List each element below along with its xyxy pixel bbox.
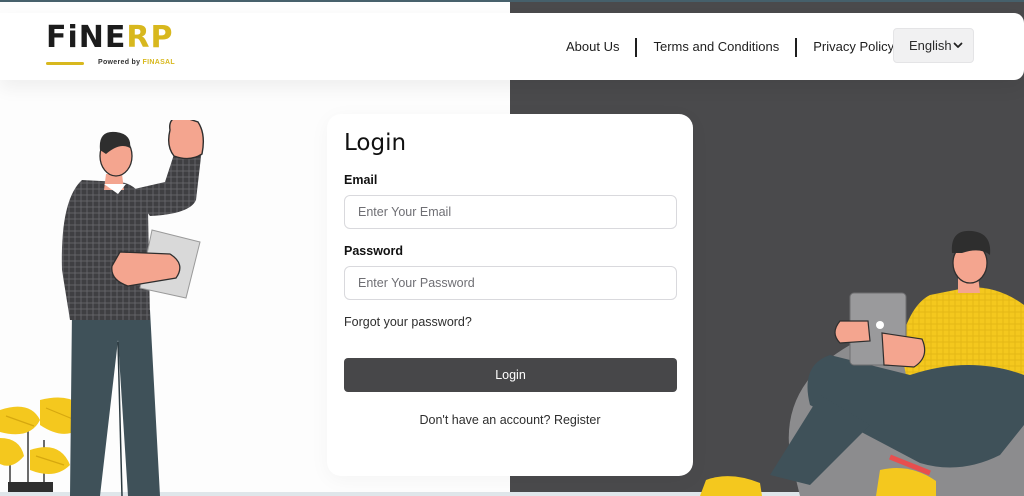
login-title: Login <box>344 130 407 156</box>
email-label: Email <box>344 173 378 187</box>
password-label: Password <box>344 244 404 258</box>
finerp-logo[interactable]: FiNERP Powered by FINASAL <box>46 23 186 73</box>
language-selected-value: English <box>909 38 952 53</box>
nav-terms-and-conditions[interactable]: Terms and Conditions <box>637 37 795 57</box>
register-link[interactable]: Register <box>554 413 601 427</box>
top-navbar: FiNERP Powered by FINASAL About Us Terms… <box>0 13 1024 80</box>
login-button[interactable]: Login <box>344 358 677 392</box>
nav-about-us[interactable]: About Us <box>550 37 635 57</box>
logo-wordmark: FiNERP <box>46 23 186 53</box>
nav-links: About Us Terms and Conditions Privacy Po… <box>550 37 910 57</box>
logo-text-main: FiNE <box>46 20 127 55</box>
language-select[interactable]: English <box>893 28 974 63</box>
password-field[interactable] <box>344 266 677 300</box>
man-with-raised-fist-illustration <box>0 120 205 496</box>
powered-by-brand: FINASAL <box>142 59 175 66</box>
register-prompt: Don't have an account? Register <box>327 413 693 427</box>
login-card: Login Email Password Forgot your passwor… <box>327 114 693 476</box>
logo-underline <box>46 62 84 65</box>
forgot-password-link[interactable]: Forgot your password? <box>344 315 472 329</box>
logo-text-accent: RP <box>126 20 174 55</box>
register-prompt-text: Don't have an account? <box>419 413 551 427</box>
email-field[interactable] <box>344 195 677 229</box>
powered-by-text: Powered by <box>98 59 141 66</box>
man-with-tablet-illustration <box>700 230 1024 496</box>
logo-powered-by: Powered by FINASAL <box>98 59 175 66</box>
chevron-down-icon <box>953 42 963 48</box>
top-border <box>0 0 1024 2</box>
